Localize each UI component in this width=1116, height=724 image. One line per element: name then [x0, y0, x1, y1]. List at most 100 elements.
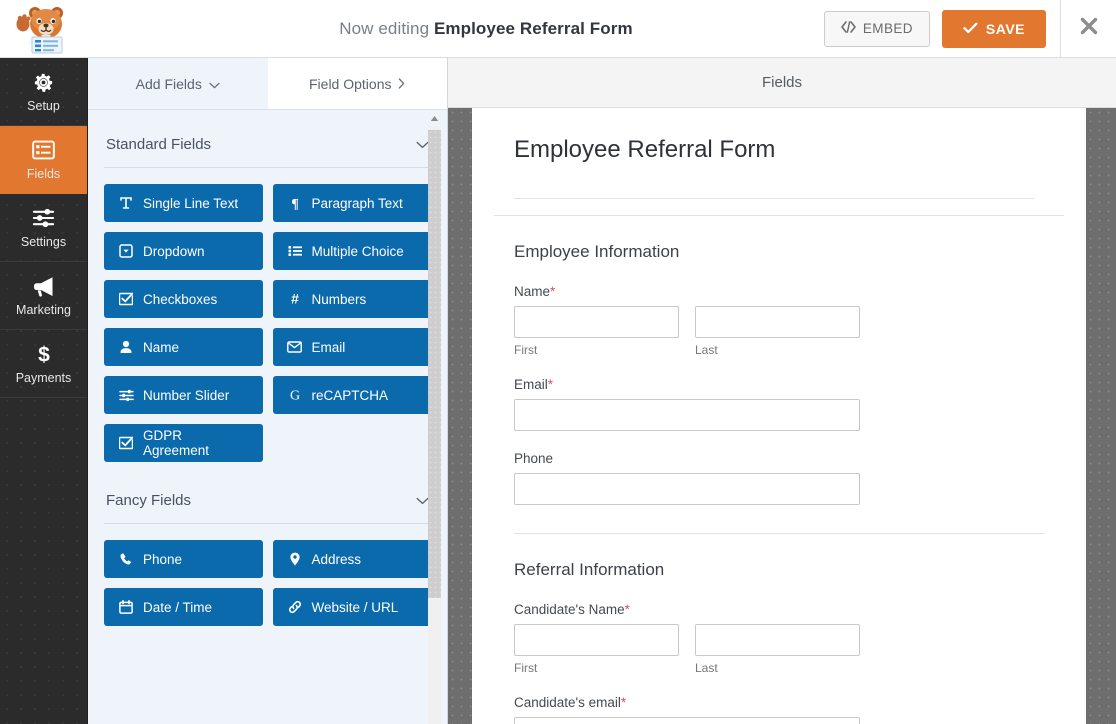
required-asterisk: * [620, 695, 627, 710]
form-field-phone[interactable]: Phone [514, 451, 1044, 525]
field-button-label: Multiple Choice [311, 243, 404, 259]
field-button-website-url[interactable]: Website / URL [272, 588, 431, 626]
close-builder-button[interactable] [1060, 0, 1116, 58]
link-icon [287, 600, 303, 614]
field-button-checkboxes[interactable]: Checkboxes [104, 280, 263, 318]
required-asterisk: * [547, 377, 554, 392]
close-icon [1079, 16, 1099, 41]
field-button-address[interactable]: Address [272, 540, 431, 578]
candidate-first-input[interactable] [514, 624, 679, 656]
name-last-wrap: Last [695, 306, 860, 357]
field-button-gdpr-agreement[interactable]: GDPR Agreement [104, 424, 263, 462]
sidebar-item-payments[interactable]: $ Payments [0, 330, 87, 398]
tab-add-fields[interactable]: Add Fields [88, 58, 268, 109]
preview-body: Employee Referral Form Employee Informat… [448, 108, 1116, 724]
name-field-columns: First Last [514, 306, 860, 357]
sidebar-item-label: Settings [20, 235, 67, 249]
gear-icon [32, 70, 56, 94]
editing-prefix: Now editing [339, 18, 434, 38]
field-label: Phone [514, 451, 1044, 473]
save-button[interactable]: SAVE [941, 9, 1046, 48]
field-button-multiple-choice[interactable]: Multiple Choice [272, 232, 431, 270]
sidebar-item-settings[interactable]: Settings [0, 194, 87, 262]
sidebar-item-setup[interactable]: Setup [0, 58, 87, 126]
name-last-input[interactable] [695, 306, 860, 338]
field-button-paragraph-text[interactable]: ¶ Paragraph Text [272, 184, 431, 222]
svg-text:G: G [289, 389, 299, 402]
add-fields-panel: Add Fields Field Options Standard Fields [88, 58, 448, 724]
form-canvas[interactable]: Employee Referral Form Employee Informat… [472, 108, 1086, 724]
field-button-single-line-text[interactable]: Single Line Text [104, 184, 263, 222]
top-bar: Now editing Employee Referral Form EMBED [0, 0, 1116, 58]
list-ul-icon [287, 244, 303, 258]
svg-text:#: # [291, 292, 299, 306]
sidebar-item-label: Payments [15, 371, 72, 385]
svg-text:$: $ [38, 344, 50, 367]
candidate-name-columns: First Last [514, 624, 860, 675]
form-field-candidate-name[interactable]: Candidate's Name* First Last [514, 602, 1044, 695]
section-standard-fields-header[interactable]: Standard Fields [104, 110, 431, 168]
check-icon [963, 21, 978, 37]
form-field-candidate-email[interactable]: Candidate's email* [514, 695, 1044, 724]
scrollbar-thumb[interactable] [428, 130, 441, 598]
check-square-icon [118, 436, 134, 450]
sidebar-item-label: Fields [26, 167, 61, 181]
field-button-numbers[interactable]: # Numbers [272, 280, 431, 318]
field-button-name[interactable]: Name [104, 328, 263, 366]
map-marker-icon [287, 552, 303, 566]
field-label-text: Name [514, 284, 551, 299]
candidate-last-sublabel: Last [695, 661, 718, 675]
tab-field-options-label: Field Options [309, 75, 392, 92]
field-button-phone[interactable]: Phone [104, 540, 263, 578]
embed-button[interactable]: EMBED [823, 10, 930, 47]
candidate-last-input[interactable] [695, 624, 860, 656]
panel-scrollbar[interactable] [428, 110, 441, 724]
required-asterisk: * [624, 602, 630, 617]
field-label-text: Candidate's Name [514, 602, 625, 617]
phone-input[interactable] [514, 473, 860, 505]
chevron-right-icon [398, 76, 405, 92]
email-input[interactable] [514, 399, 860, 431]
scroll-up-arrow-icon[interactable] [428, 110, 441, 126]
fields-list-scroll[interactable]: Standard Fields Single Line Text ¶ Parag… [88, 110, 447, 724]
field-button-email[interactable]: Email [272, 328, 431, 366]
field-button-label: Address [311, 551, 362, 567]
field-label-text: Candidate's email [514, 695, 621, 710]
title-divider [514, 198, 1034, 199]
name-first-input[interactable] [514, 306, 679, 338]
check-square-icon [118, 292, 134, 306]
form-preview-title: Employee Referral Form [514, 136, 776, 163]
candidate-last-wrap: Last [695, 624, 860, 675]
field-button-label: Paragraph Text [311, 195, 403, 211]
form-field-name[interactable]: Name* First Last [514, 284, 1044, 377]
chevron-down-icon [209, 76, 220, 92]
field-button-label: Numbers [311, 291, 367, 307]
field-button-dropdown[interactable]: Dropdown [104, 232, 263, 270]
field-button-label: Date / Time [143, 599, 213, 615]
field-button-date-time[interactable]: Date / Time [104, 588, 263, 626]
field-label: Email* [514, 377, 1044, 399]
text-cursor-icon [118, 196, 134, 210]
topbar-actions: EMBED SAVE [823, 9, 1060, 48]
sliders-icon [32, 206, 56, 230]
save-button-label: SAVE [985, 20, 1025, 37]
required-asterisk: * [550, 284, 556, 299]
candidate-email-input[interactable] [514, 717, 860, 724]
field-button-label: Website / URL [311, 599, 399, 615]
field-button-recaptcha[interactable]: G reCAPTCHA [272, 376, 431, 414]
dollar-icon: $ [32, 342, 56, 367]
form-field-email[interactable]: Email* [514, 377, 1044, 451]
preview-header-label: Fields [761, 74, 802, 91]
envelope-icon [287, 341, 303, 353]
builder-body: Setup Fields Settings Marketing $ Paymen… [0, 58, 1116, 724]
field-button-number-slider[interactable]: Number Slider [104, 376, 263, 414]
tab-add-fields-label: Add Fields [135, 75, 202, 92]
candidate-first-wrap: First [514, 624, 679, 675]
calendar-icon [118, 600, 134, 614]
scrollbar-track[interactable] [428, 126, 441, 724]
sidebar-item-marketing[interactable]: Marketing [0, 262, 87, 330]
section-fancy-fields-header[interactable]: Fancy Fields [104, 466, 431, 524]
sidebar-item-fields[interactable]: Fields [0, 126, 87, 194]
field-button-label: GDPR Agreement [143, 428, 210, 458]
tab-field-options[interactable]: Field Options [267, 58, 447, 109]
